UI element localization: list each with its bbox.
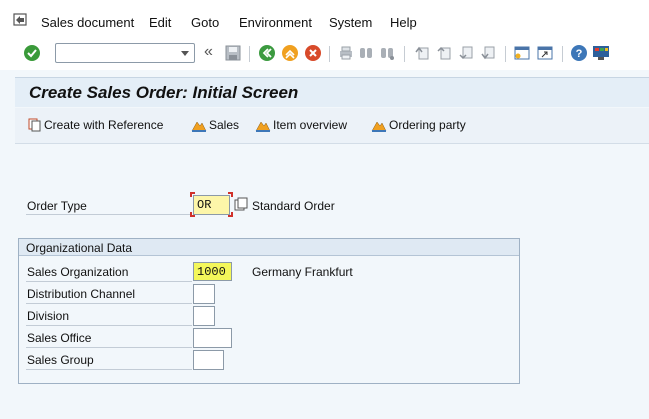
required-marker: [190, 192, 195, 197]
distribution-channel-label: Distribution Channel: [27, 287, 136, 301]
sales-office-label: Sales Office: [27, 331, 92, 345]
label-underline: [26, 369, 192, 370]
sales-label: Sales: [209, 118, 240, 132]
order-type-label: Order Type: [27, 199, 87, 213]
collapse-command-icon[interactable]: «: [204, 43, 213, 61]
ordering-party-label: Ordering party: [389, 118, 466, 132]
division-label: Division: [27, 309, 70, 323]
toolbar-separator: [249, 46, 250, 62]
create-with-reference-button[interactable]: Create with Reference: [28, 118, 163, 132]
title-bar: Create Sales Order: Initial Screen: [15, 77, 649, 107]
mountain-icon: [255, 121, 271, 132]
mountain-icon: [191, 121, 207, 132]
sales-group-field[interactable]: [193, 350, 224, 370]
create-session-icon[interactable]: [513, 44, 531, 62]
find-next-icon[interactable]: [378, 44, 396, 62]
sales-office-field[interactable]: [193, 328, 232, 348]
ordering-party-button[interactable]: Ordering party: [371, 118, 466, 132]
exit-icon[interactable]: [281, 44, 299, 62]
first-page-icon[interactable]: [413, 44, 431, 62]
label-underline: [26, 347, 192, 348]
menu-goto[interactable]: Goto: [191, 15, 219, 30]
menu-sales-document[interactable]: Sales document: [41, 15, 134, 30]
copy-document-icon: [28, 118, 41, 132]
standard-toolbar: « ?: [0, 40, 649, 70]
label-underline: [26, 281, 192, 282]
sales-button[interactable]: Sales: [191, 118, 239, 132]
save-icon[interactable]: [224, 44, 242, 62]
label-underline: [26, 325, 192, 326]
required-marker: [190, 212, 195, 217]
command-field[interactable]: [55, 43, 195, 63]
required-marker: [228, 212, 233, 217]
application-toolbar: Create with Reference Sales Item overvie…: [15, 108, 649, 144]
prev-page-icon[interactable]: [435, 44, 453, 62]
group-title-bar: Organizational Data: [19, 239, 519, 256]
toolbar-separator: [562, 46, 563, 62]
menu-environment[interactable]: Environment: [239, 15, 312, 30]
next-page-icon[interactable]: [457, 44, 475, 62]
page-title: Create Sales Order: Initial Screen: [29, 83, 299, 102]
back-icon[interactable]: [258, 44, 276, 62]
sales-organization-description: Germany Frankfurt: [252, 265, 353, 279]
toolbar-separator: [329, 46, 330, 62]
menu-system[interactable]: System: [329, 15, 372, 30]
menu-edit[interactable]: Edit: [149, 15, 171, 30]
item-overview-label: Item overview: [273, 118, 348, 132]
menu-help[interactable]: Help: [390, 15, 417, 30]
last-page-icon[interactable]: [479, 44, 497, 62]
chevron-down-icon[interactable]: [181, 51, 189, 56]
create-with-reference-label: Create with Reference: [44, 118, 164, 132]
sales-organization-field[interactable]: 1000: [193, 262, 232, 281]
svg-text:?: ?: [576, 48, 583, 60]
mountain-icon: [371, 121, 387, 132]
group-title: Organizational Data: [26, 241, 133, 255]
division-field[interactable]: [193, 306, 215, 326]
order-type-field[interactable]: OR: [193, 195, 230, 215]
value-help-icon[interactable]: [234, 197, 248, 211]
order-type-description: Standard Order: [252, 199, 335, 213]
item-overview-button[interactable]: Item overview: [255, 118, 347, 132]
sales-organization-label: Sales Organization: [27, 265, 129, 279]
sales-group-label: Sales Group: [27, 353, 94, 367]
help-icon[interactable]: ?: [570, 44, 588, 62]
print-icon[interactable]: [337, 44, 355, 62]
find-icon[interactable]: [357, 44, 375, 62]
shortcut-icon[interactable]: [536, 44, 554, 62]
label-underline: [26, 214, 192, 215]
required-marker: [228, 192, 233, 197]
cancel-icon[interactable]: [304, 44, 322, 62]
distribution-channel-field[interactable]: [193, 284, 215, 304]
enter-icon[interactable]: [23, 44, 41, 62]
system-menu-icon[interactable]: [13, 13, 27, 27]
toolbar-separator: [404, 46, 405, 62]
label-underline: [26, 303, 192, 304]
toolbar-separator: [505, 46, 506, 62]
menu-bar: Sales document Edit Goto Environment Sys…: [0, 0, 649, 40]
customize-layout-icon[interactable]: [592, 44, 610, 62]
